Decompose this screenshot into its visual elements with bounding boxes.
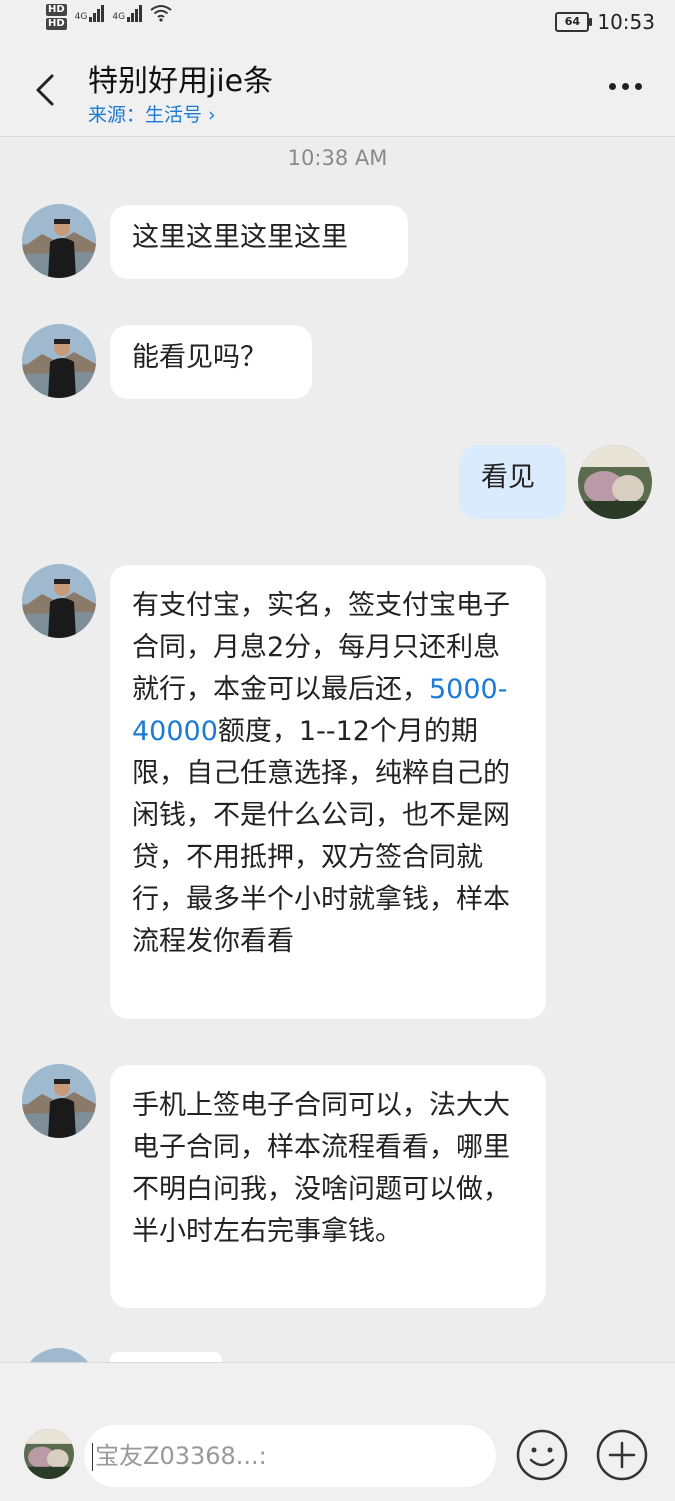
message-text: 额度，1--12个月的期限，自己任意选择，纯粹自己的闲钱，不是什么公司，也不是网… xyxy=(132,716,510,957)
source-link[interactable]: 来源：生活号 › xyxy=(88,100,216,127)
wifi-icon xyxy=(150,5,172,22)
plus-icon[interactable] xyxy=(596,1429,648,1481)
person-photo-icon xyxy=(22,204,96,278)
message-bubble-partial xyxy=(110,1352,222,1362)
signal-bars-icon xyxy=(127,4,143,22)
signal-2: 4G xyxy=(112,4,143,22)
emoji-icon[interactable] xyxy=(516,1429,568,1481)
text-caret xyxy=(92,1443,93,1471)
person-photo-icon xyxy=(22,1064,96,1138)
clock: 10:53 xyxy=(597,10,655,34)
chat-timestamp: 10:38 AM xyxy=(287,146,388,170)
message-input[interactable]: 宝友Z03368...: xyxy=(84,1425,496,1487)
hd-badge: HD xyxy=(46,18,67,30)
sender-avatar-partial xyxy=(22,1348,96,1362)
back-arrow-icon[interactable] xyxy=(28,68,68,112)
sender-avatar[interactable] xyxy=(22,1064,96,1138)
battery-icon: 64 xyxy=(555,12,593,32)
my-avatar[interactable] xyxy=(578,445,652,519)
network-type: 4G xyxy=(112,12,126,22)
message-bubble: 有支付宝，实名，签支付宝电子合同，月息2分，每月只还利息就行，本金可以最后还，5… xyxy=(110,565,546,1019)
status-bar: HD HD 4G 4G 64 10:53 xyxy=(0,0,675,44)
sender-avatar[interactable] xyxy=(22,564,96,638)
message-bubble: 这里这里这里这里 xyxy=(110,205,408,279)
input-bar: 宝友Z03368...: xyxy=(0,1362,675,1501)
message-bubble: 手机上签电子合同可以，法大大电子合同，样本流程看看，哪里不明白问我，没啥问题可以… xyxy=(110,1065,546,1308)
message-bubble: 能看见吗？ xyxy=(110,325,312,399)
chat-title: 特别好用jie条 xyxy=(88,64,274,99)
user-photo-icon xyxy=(578,445,652,519)
chat-header: 特别好用jie条 来源：生活号 › xyxy=(0,44,675,137)
more-options-icon[interactable] xyxy=(609,76,647,96)
input-placeholder: 宝友Z03368...: xyxy=(95,1442,267,1470)
person-photo-icon xyxy=(22,324,96,398)
signal-1: 4G xyxy=(75,4,105,22)
network-type: 4G xyxy=(74,12,88,22)
my-message-bubble: 看见 xyxy=(459,445,566,519)
signal-bars-icon xyxy=(89,4,105,22)
sender-avatar[interactable] xyxy=(22,324,96,398)
person-photo-icon xyxy=(22,564,96,638)
hd-badge: HD xyxy=(46,4,67,16)
sender-avatar[interactable] xyxy=(22,204,96,278)
identity-avatar[interactable] xyxy=(24,1429,74,1479)
hd-indicators: HD HD xyxy=(46,4,67,30)
user-photo-icon xyxy=(24,1429,74,1479)
